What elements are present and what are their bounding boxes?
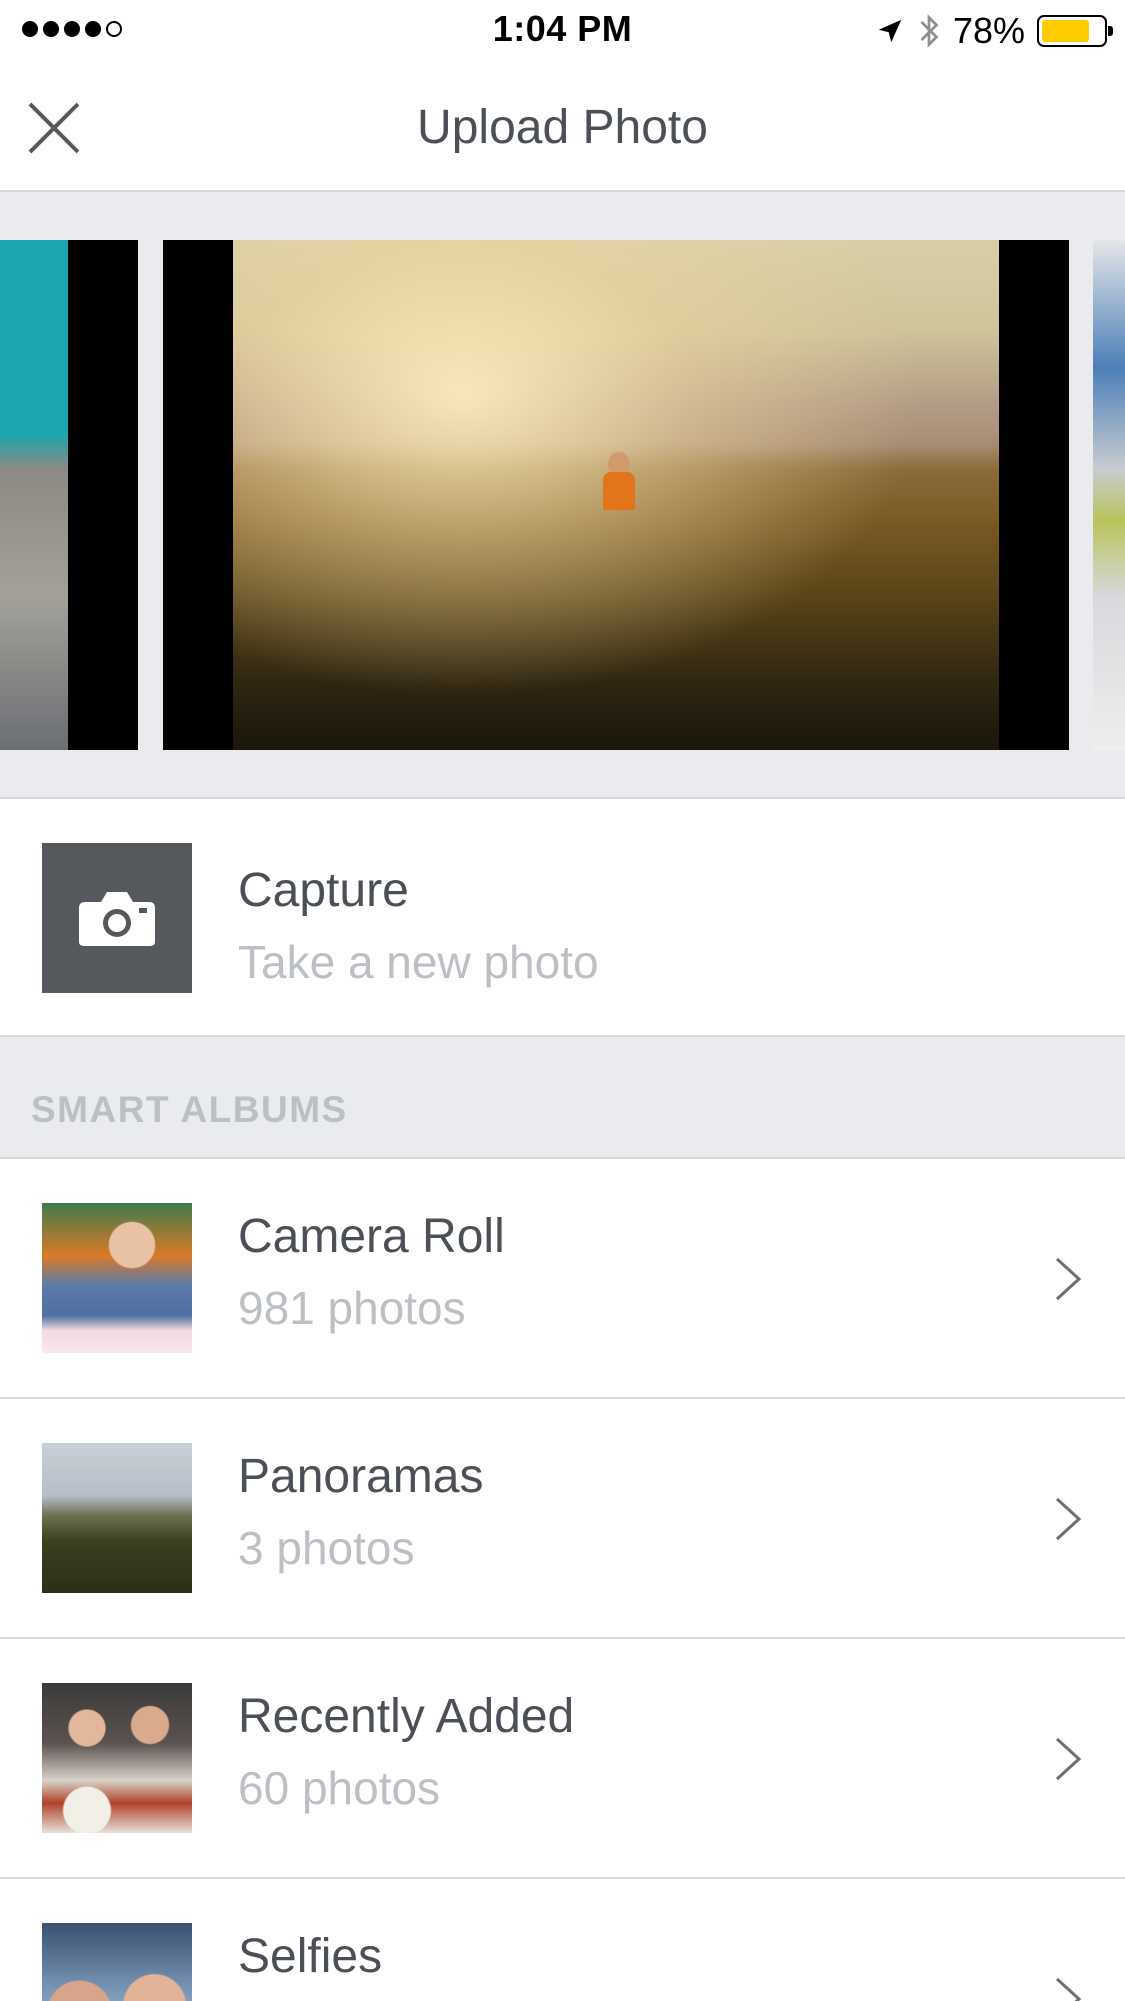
photo-center-image [233, 240, 999, 750]
album-thumbnail [42, 1203, 192, 1353]
chevron-right-icon [1055, 1257, 1082, 1301]
photo-right-image [1093, 240, 1125, 750]
location-arrow-icon [878, 19, 902, 43]
album-title: Camera Roll [238, 1210, 505, 1263]
album-row-camera-roll[interactable]: Camera Roll 981 photos [0, 1159, 1125, 1399]
section-header-smart-albums: SMART ALBUMS [0, 1037, 1125, 1159]
chevron-right-icon [1055, 1977, 1082, 2001]
battery-icon [1037, 15, 1113, 47]
capture-tile[interactable] [42, 843, 192, 993]
album-title: Panoramas [238, 1450, 484, 1503]
album-count: 3 photos [238, 1522, 415, 1574]
album-count: 60 photos [238, 1762, 441, 1814]
album-title: Selfies [238, 1930, 383, 1983]
photo-center[interactable] [163, 240, 1069, 750]
photo-left[interactable] [0, 240, 138, 750]
section-header-label: SMART ALBUMS [31, 1089, 348, 1130]
chevron-right-icon [1055, 1497, 1082, 1541]
photo-carousel[interactable] [0, 192, 1125, 799]
photo-left-image [0, 240, 68, 750]
status-bar: 1:04 PM 78% [0, 0, 1125, 62]
album-thumbnail [42, 1683, 192, 1833]
navigation-bar: Upload Photo [0, 62, 1125, 192]
capture-row[interactable]: Capture Take a new photo [0, 801, 1125, 1037]
camera-icon [79, 892, 155, 946]
album-thumbnail [42, 1923, 192, 2001]
photo-right[interactable] [1093, 240, 1125, 750]
album-row-recently-added[interactable]: Recently Added 60 photos [0, 1639, 1125, 1879]
album-thumbnail [42, 1443, 192, 1593]
album-title: Recently Added [238, 1690, 575, 1743]
album-row-panoramas[interactable]: Panoramas 3 photos [0, 1399, 1125, 1639]
chevron-right-icon [1055, 1737, 1082, 1781]
page-title: Upload Photo [417, 101, 708, 154]
album-count: 981 photos [238, 1282, 466, 1334]
battery-percent: 78% [952, 10, 1025, 51]
capture-subtitle: Take a new photo [238, 936, 599, 988]
photo-subject [603, 452, 635, 512]
album-row-selfies[interactable]: Selfies [0, 1879, 1125, 2001]
capture-title: Capture [238, 864, 409, 917]
bluetooth-icon [920, 14, 939, 48]
